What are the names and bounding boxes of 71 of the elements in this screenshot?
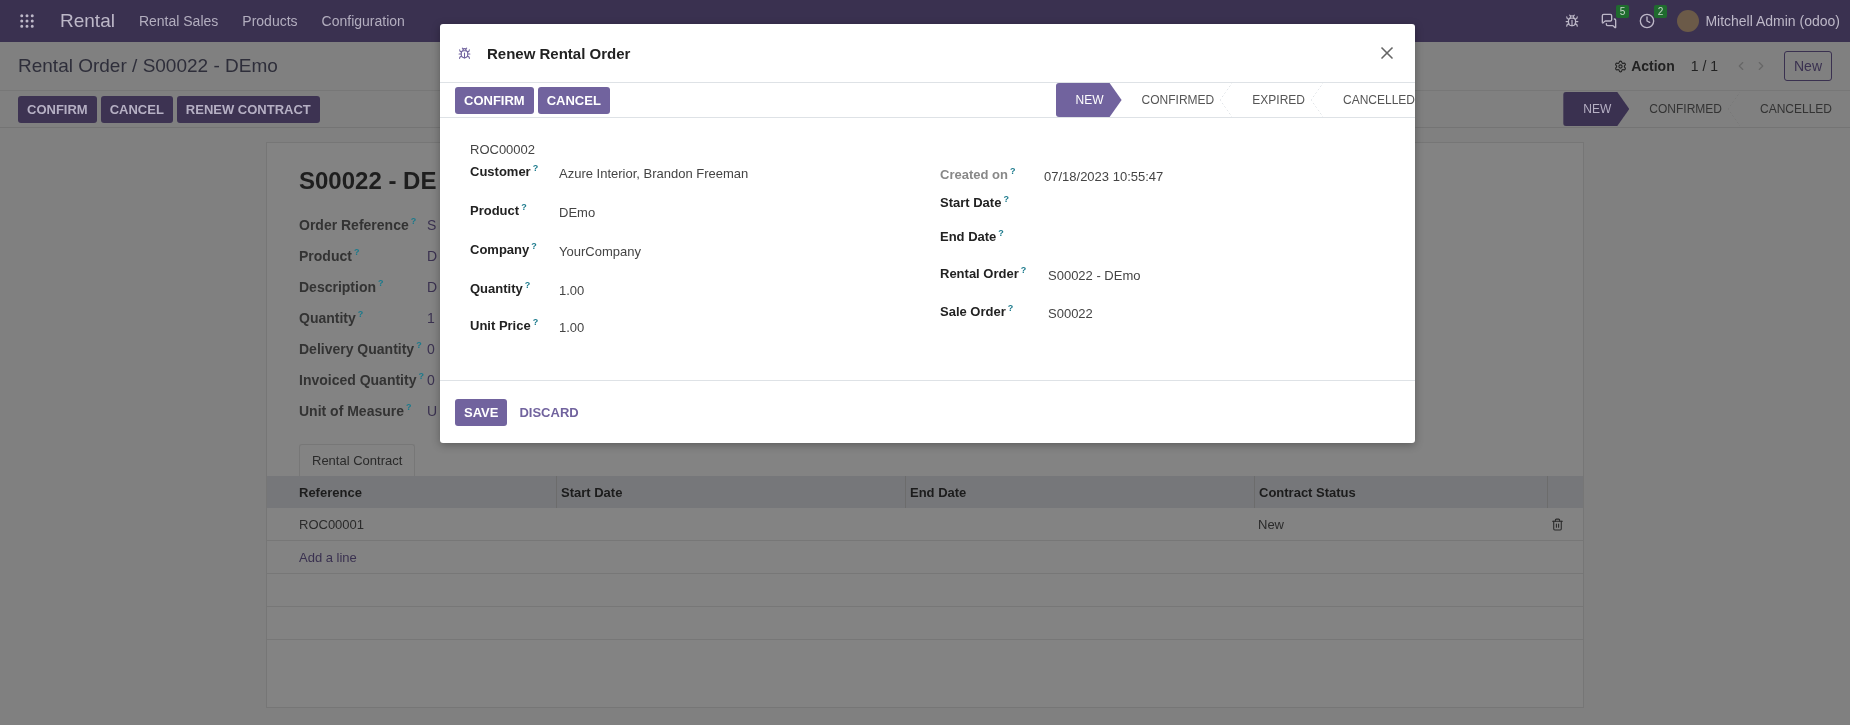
field-label: Sale Order$^{?}$ — [940, 303, 1015, 320]
field-label: Created on$^{?}$ — [940, 166, 1017, 183]
field-value: 0 — [427, 340, 435, 357]
field-value: 07/18/2023 10:55:47 — [1044, 168, 1164, 184]
field-value: 1.00 — [559, 319, 585, 335]
clock-icon[interactable] — [1639, 13, 1656, 29]
app-name[interactable]: Rental — [60, 10, 115, 32]
dialog-title: Renew Rental Order — [487, 44, 631, 62]
field-label: Invoiced Quantity$^{?}$ — [299, 371, 425, 388]
new-button[interactable]: New — [1784, 51, 1832, 81]
field-value: S00022 - DEmo — [1048, 267, 1141, 283]
status-step[interactable]: CANCELLED — [1322, 83, 1433, 117]
field-label: Product$^{?}$ — [299, 247, 361, 264]
discard-button[interactable]: DISCARD — [515, 398, 583, 426]
app-grid-icon[interactable] — [18, 12, 36, 30]
status-step[interactable]: CANCELLED — [1739, 92, 1850, 126]
field-value: S — [427, 216, 437, 233]
count-badge: 5 — [1615, 5, 1630, 18]
column-header[interactable]: Reference — [267, 476, 556, 508]
add-line-link[interactable]: Add a line — [299, 549, 357, 565]
chat-icon[interactable] — [1601, 13, 1618, 29]
column-header[interactable]: Start Date — [556, 476, 905, 508]
field-label: Unit of Measure$^{?}$ — [299, 402, 413, 419]
status-step[interactable]: NEW — [1563, 92, 1630, 126]
field-value: 1 — [427, 309, 435, 326]
breadcrumb: Rental Order / S00022 - DEmo — [18, 55, 278, 77]
reference-text: ROC00002 — [470, 142, 537, 157]
field-value: D — [427, 278, 438, 295]
field-label: Company$^{?}$ — [470, 241, 538, 258]
bug-icon — [458, 46, 471, 60]
count-badge: 2 — [1653, 5, 1668, 18]
record-title: S00022 - DE — [299, 167, 437, 195]
field-label: Customer$^{?}$ — [470, 163, 540, 180]
action-button[interactable]: CONFIRM — [18, 95, 97, 123]
field-label: Delivery Quantity$^{?}$ — [299, 340, 423, 357]
menu-item[interactable]: Configuration — [321, 13, 405, 29]
field-value: Azure Interior, Brandon Freeman — [559, 165, 749, 181]
menu-item[interactable]: Products — [242, 13, 298, 29]
bug-icon[interactable] — [1565, 14, 1580, 28]
action-button[interactable]: RENEW CONTRACT — [176, 95, 320, 123]
action-button[interactable]: CANCEL — [100, 95, 173, 123]
field-label: Quantity$^{?}$ — [299, 309, 365, 326]
dialog-action-button[interactable]: CONFIRM — [455, 86, 534, 114]
field-label: Quantity$^{?}$ — [470, 280, 532, 297]
field-label: Unit Price$^{?}$ — [470, 317, 540, 334]
field-label: Description$^{?}$ — [299, 278, 385, 295]
save-button[interactable]: SAVE — [455, 398, 508, 426]
dialog-action-button[interactable]: CANCEL — [537, 86, 610, 114]
gear-icon — [1614, 59, 1628, 73]
pager: 1 / 1 — [1690, 58, 1718, 74]
field-label: Product$^{?}$ — [470, 202, 528, 219]
field-value: DEmo — [559, 204, 596, 220]
field-value: YourCompany — [559, 243, 641, 259]
column-header[interactable]: End Date — [905, 476, 1254, 508]
table-cell: New — [1254, 508, 1547, 541]
field-label: Order Reference$^{?}$ — [299, 216, 418, 233]
status-step[interactable]: NEW — [1055, 83, 1122, 117]
field-value: 1.00 — [559, 282, 585, 298]
field-value: 0 — [427, 371, 435, 388]
column-header[interactable]: Contract Status — [1254, 476, 1547, 508]
field-label: Rental Order$^{?}$ — [940, 265, 1028, 282]
user-name[interactable]: Mitchell Admin (odoo) — [1705, 13, 1840, 29]
field-label: End Date$^{?}$ — [940, 228, 1005, 245]
table-cell: ROC00001 — [267, 508, 556, 541]
delete-icon[interactable] — [1551, 517, 1564, 531]
field-value: D — [427, 247, 438, 264]
field-value: U — [427, 402, 438, 419]
action-menu[interactable]: Action — [1614, 58, 1675, 74]
field-label: Start Date$^{?}$ — [940, 194, 1010, 211]
menu-item[interactable]: Rental Sales — [138, 13, 219, 29]
field-value: S00022 — [1048, 305, 1093, 321]
